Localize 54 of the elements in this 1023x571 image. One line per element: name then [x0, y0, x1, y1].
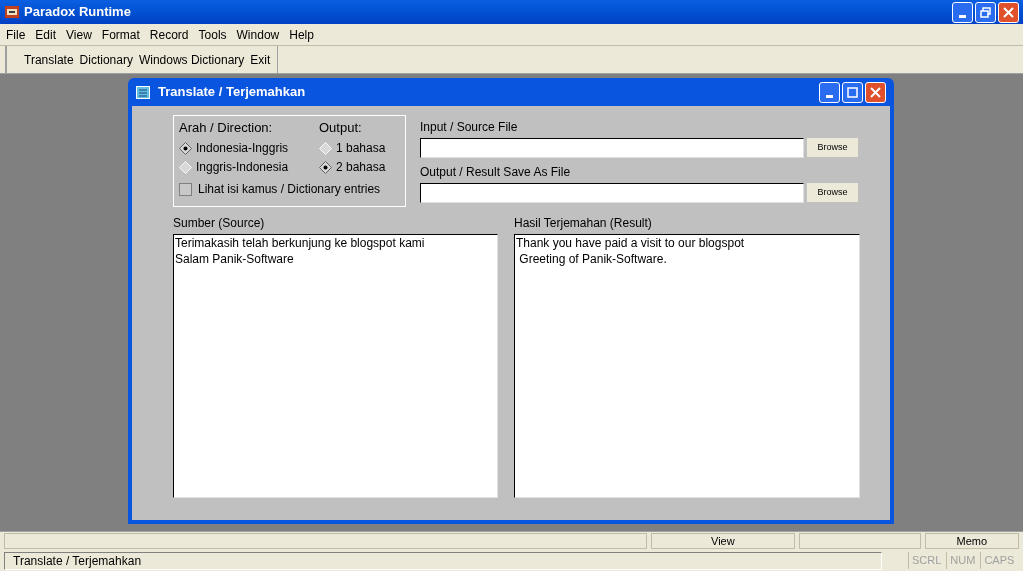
- close-icon: [1003, 6, 1014, 18]
- toolbar-button[interactable]: Translate: [21, 49, 77, 70]
- close-icon: [870, 86, 881, 98]
- restore-icon: [980, 6, 991, 18]
- toolbar-button[interactable]: Exit: [247, 49, 274, 70]
- status-indicator: CAPS: [980, 552, 1018, 569]
- checkbox-label: Lihat isi kamus / Dictionary entries: [198, 181, 381, 198]
- dialog-title: Translate / Terjemahkan: [158, 83, 306, 102]
- toolbar-button[interactable]: Windows Dictionary: [135, 49, 248, 70]
- minimize-icon: [959, 14, 966, 18]
- group-label: Arah / Direction:: [179, 120, 274, 136]
- status-panel: View: [651, 533, 795, 549]
- browse-button[interactable]: Browse: [806, 137, 859, 158]
- status-panel: Memo: [924, 533, 1019, 549]
- radio-label: Inggris-Indonesia: [196, 159, 289, 176]
- minimize-button[interactable]: [819, 81, 840, 103]
- source-text-area[interactable]: Terimakasih telah berkunjung ke blogspot kami Salam Panik-Software: [173, 234, 498, 498]
- result-text-area[interactable]: Thank you have paid a visit to our blogspot Greeting of Panik-Software.: [514, 234, 860, 498]
- close-button[interactable]: [998, 1, 1019, 23]
- menu-item[interactable]: Edit: [30, 24, 62, 45]
- toolbar-button[interactable]: Dictionary: [76, 49, 136, 70]
- maximize-icon: [847, 86, 858, 98]
- group-label: Output:: [319, 120, 363, 136]
- maximize-button[interactable]: [842, 81, 863, 103]
- radio-label: 1 bahasa: [336, 140, 386, 157]
- status-indicator: NUM: [946, 552, 979, 569]
- field-label: Sumber (Source): [173, 216, 266, 231]
- radio-button[interactable]: [179, 142, 192, 155]
- menu-item[interactable]: Help: [284, 24, 319, 45]
- restore-button[interactable]: [975, 1, 996, 23]
- app-icon: [4, 4, 20, 20]
- menu-item[interactable]: Window: [231, 24, 285, 45]
- minimize-button[interactable]: [952, 1, 973, 23]
- field-label: Output / Result Save As File: [420, 165, 572, 180]
- file-path-field[interactable]: [420, 182, 804, 203]
- menu-item[interactable]: Format: [96, 24, 145, 45]
- form-icon: [136, 85, 150, 99]
- field-label: Hasil Terjemahan (Result): [514, 216, 653, 231]
- status-indicator: SCRL: [908, 552, 945, 569]
- menu-item[interactable]: Record: [144, 24, 194, 45]
- radio-button[interactable]: [319, 161, 332, 174]
- checkbox[interactable]: [179, 182, 192, 196]
- window-title: Paradox Runtime: [24, 3, 131, 22]
- browse-button[interactable]: Browse: [806, 182, 859, 203]
- radio-label: 2 bahasa: [336, 159, 386, 176]
- menu-item[interactable]: File: [1, 24, 31, 45]
- radio-label: Indonesia-Inggris: [196, 140, 289, 157]
- menu-item[interactable]: Tools: [193, 24, 232, 45]
- field-label: Input / Source File: [420, 120, 519, 135]
- menu-item[interactable]: View: [61, 24, 97, 45]
- file-path-field[interactable]: [420, 137, 804, 158]
- minimize-icon: [826, 94, 833, 98]
- close-button[interactable]: [865, 81, 886, 103]
- status-message: Translate / Terjemahkan: [4, 551, 882, 570]
